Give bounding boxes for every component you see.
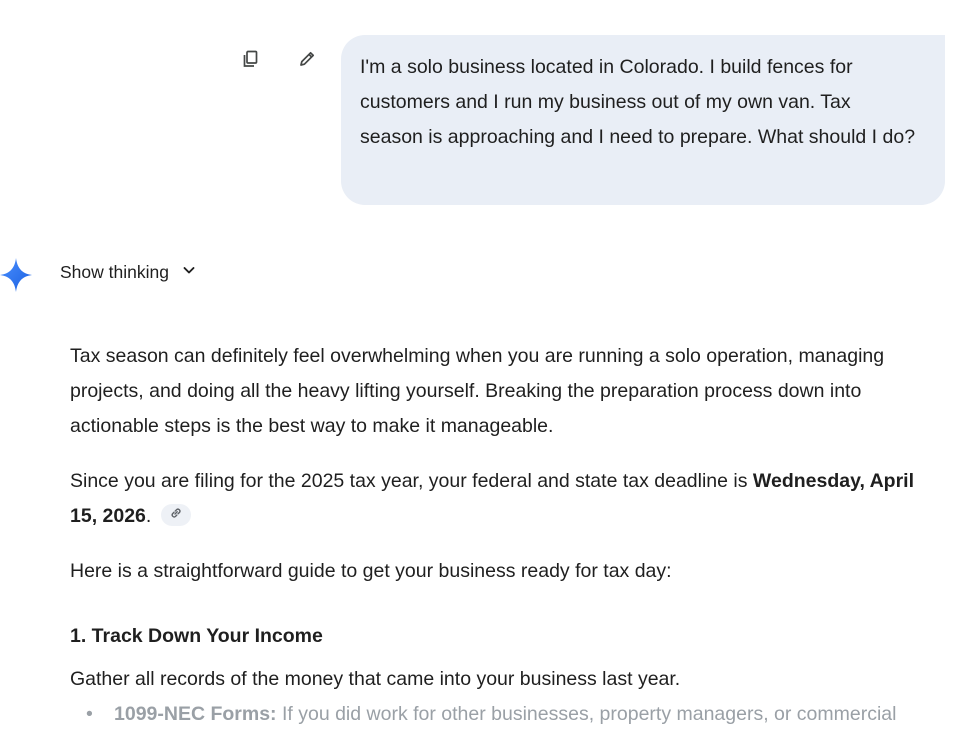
section-heading-1: 1. Track Down Your Income	[70, 625, 323, 647]
model-response: Tax season can definitely feel overwhelm…	[70, 339, 940, 732]
copy-icon	[241, 49, 261, 69]
response-paragraph-3: Here is a straightforward guide to get y…	[70, 560, 672, 582]
list-item-title: 1099-NEC Forms:	[114, 703, 277, 725]
deadline-period: .	[145, 505, 152, 527]
show-thinking-toggle[interactable]: Show thinking	[60, 262, 197, 283]
edit-button[interactable]	[292, 44, 322, 74]
response-paragraph-2: Since you are filing for the 2025 tax ye…	[70, 464, 940, 534]
message-actions	[236, 44, 322, 74]
gemini-spark-icon	[0, 258, 32, 297]
list-item-text: If you did work for other businesses, pr…	[276, 703, 897, 725]
deadline-text: Since you are filing for the 2025 tax ye…	[70, 470, 753, 492]
response-paragraph-1: Tax season can definitely feel overwhelm…	[70, 345, 885, 437]
section-1-intro: Gather all records of the money that cam…	[70, 668, 681, 690]
show-thinking-label: Show thinking	[60, 262, 169, 282]
user-message-text: I'm a solo business located in Colorado.…	[360, 56, 916, 148]
chevron-down-icon	[181, 262, 197, 283]
link-icon	[169, 497, 183, 532]
chat-page: I'm a solo business located in Colorado.…	[0, 0, 966, 747]
source-citation-chip[interactable]	[160, 503, 191, 526]
pencil-icon	[297, 49, 317, 69]
list-item: • 1099-NEC Forms: If you did work for oth…	[70, 697, 940, 732]
user-message-bubble: I'm a solo business located in Colorado.…	[341, 35, 945, 205]
copy-button[interactable]	[236, 44, 266, 74]
bullet-marker: •	[86, 703, 93, 725]
income-sources-list: • 1099-NEC Forms: If you did work for oth…	[70, 697, 940, 732]
